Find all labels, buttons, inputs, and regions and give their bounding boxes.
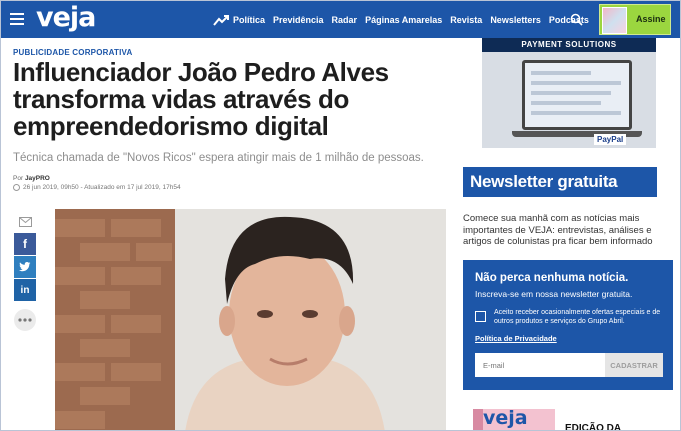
- privacy-policy-link[interactable]: Política de Privacidade: [475, 334, 661, 343]
- share-email-button[interactable]: [14, 211, 36, 233]
- article-subtitle: Técnica chamada de "Novos Ricos" espera …: [13, 152, 424, 164]
- email-field[interactable]: [475, 353, 605, 377]
- nav-radar[interactable]: Radar: [332, 15, 358, 25]
- article-title: Influenciador João Pedro Alves transform…: [13, 57, 389, 141]
- site-logo[interactable]: veja: [36, 4, 96, 32]
- share-more-button[interactable]: [14, 309, 36, 331]
- facebook-icon: f: [23, 237, 27, 251]
- ad-title: PAYMENT SOLUTIONS: [482, 38, 656, 52]
- cover-strip: [473, 409, 483, 430]
- menu-icon[interactable]: [10, 13, 24, 25]
- laptop-illustration: [522, 60, 632, 130]
- nav-paginas-amarelas[interactable]: Páginas Amarelas: [365, 15, 442, 25]
- author-link[interactable]: JayPRO: [25, 175, 50, 182]
- article-kicker: PUBLICIDADE CORPORATIVA: [13, 48, 133, 57]
- subscribe-button[interactable]: Assine: [599, 4, 671, 35]
- consent-checkbox[interactable]: [475, 311, 486, 322]
- mail-icon: [18, 217, 32, 227]
- article-byline: Por JayPRO: [13, 175, 50, 182]
- article-photo: [55, 209, 446, 430]
- twitter-icon: [19, 262, 31, 272]
- consent-text: Aceito receber ocasionalmente ofertas es…: [494, 309, 661, 325]
- edition-title: EDIÇÃO DA: [565, 423, 622, 431]
- more-icon: [18, 318, 32, 322]
- edition-logo: veja: [483, 409, 528, 429]
- portrait-image: [55, 209, 446, 430]
- trending-icon: [213, 14, 229, 26]
- byline-prefix: Por: [13, 175, 24, 182]
- edition-thumbnail[interactable]: veja: [473, 409, 555, 430]
- nav-revista[interactable]: Revista: [450, 15, 482, 25]
- site-header: veja Política Previdência Radar Páginas …: [1, 1, 680, 38]
- signup-form: CADASTRAR: [475, 353, 663, 377]
- search-icon[interactable]: [570, 13, 583, 26]
- nav-newsletters[interactable]: Newsletters: [490, 15, 541, 25]
- nav-politica[interactable]: Política: [233, 15, 265, 25]
- signup-subheading: Inscreva-se em nossa newsletter gratuita…: [475, 289, 633, 299]
- nav-previdencia[interactable]: Previdência: [273, 15, 324, 25]
- share-facebook-button[interactable]: f: [14, 233, 36, 255]
- main-nav: Política Previdência Radar Páginas Amare…: [213, 1, 597, 38]
- subscribe-label: Assine: [636, 14, 666, 24]
- article-dates: 26 jun 2019, 09h50 - Atualizado em 17 ju…: [13, 184, 181, 191]
- newsletter-title: Newsletter gratuita: [463, 167, 657, 197]
- paypal-ad[interactable]: PAYMENT SOLUTIONS PayPal: [482, 38, 656, 148]
- newsletter-description: Comece sua manhã com as notícias mais im…: [463, 213, 653, 247]
- paypal-logo: PayPal: [594, 134, 627, 145]
- clock-icon: [13, 184, 20, 191]
- share-twitter-button[interactable]: [14, 256, 36, 278]
- browser-frame: veja Política Previdência Radar Páginas …: [0, 0, 681, 431]
- consent-row: Aceito receber ocasionalmente ofertas es…: [475, 309, 661, 326]
- magazine-thumbnail: [602, 7, 627, 34]
- newsletter-signup-box: Não perca nenhuma notícia. Inscreva-se e…: [463, 260, 673, 390]
- share-linkedin-button[interactable]: in: [14, 279, 36, 301]
- signup-heading: Não perca nenhuma notícia.: [475, 272, 629, 284]
- date-text: 26 jun 2019, 09h50 - Atualizado em 17 ju…: [23, 184, 181, 191]
- register-button[interactable]: CADASTRAR: [605, 353, 663, 377]
- linkedin-icon: in: [20, 284, 30, 296]
